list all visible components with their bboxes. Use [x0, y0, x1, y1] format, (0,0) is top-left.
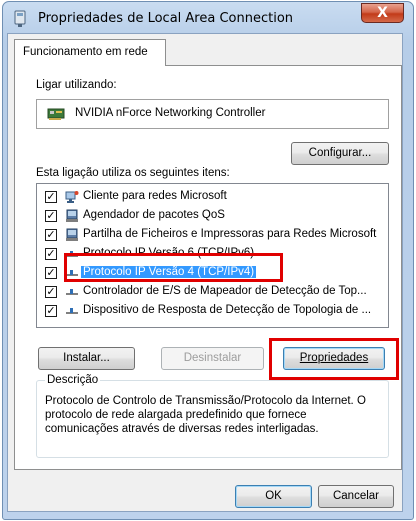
- list-item[interactable]: ✓ Dispositivo de Resposta de Detecção de…: [37, 302, 388, 321]
- checkbox[interactable]: ✓: [45, 267, 57, 279]
- connect-using-label: Ligar utilizando:: [36, 79, 117, 91]
- service-icon: [66, 209, 78, 222]
- checkbox[interactable]: ✓: [45, 229, 57, 241]
- cancel-button-label: Cancelar: [332, 490, 380, 502]
- adapter-box: NVIDIA nForce Networking Controller: [36, 99, 389, 129]
- network-adapter-icon: [14, 10, 26, 27]
- list-item[interactable]: ✓ Agendador de pacotes QoS: [37, 207, 388, 226]
- items-label: Esta ligação utiliza os seguintes itens:: [36, 167, 230, 179]
- network-client-icon: [65, 191, 79, 203]
- adapter-name: NVIDIA nForce Networking Controller: [75, 107, 266, 119]
- properties-button-label: Propriedades: [299, 352, 369, 364]
- list-item-label: Controlador de E/S de Mapeador de Detecç…: [83, 285, 367, 297]
- service-icon: [66, 228, 78, 241]
- properties-button[interactable]: Propriedades: [283, 347, 385, 370]
- items-list[interactable]: ✓ Cliente para redes Microsoft ✓ Agendad…: [36, 183, 389, 328]
- cancel-button[interactable]: Cancelar: [318, 485, 394, 508]
- install-button[interactable]: Instalar...: [38, 347, 135, 370]
- window-title: Propriedades de Local Area Connection: [38, 11, 294, 26]
- protocol-icon: [66, 289, 78, 295]
- ok-button-label: OK: [265, 490, 282, 502]
- configure-button[interactable]: Configurar...: [291, 142, 389, 165]
- checkbox[interactable]: ✓: [45, 248, 57, 260]
- description-text: Protocolo de Controlo de Transmissão/Pro…: [45, 395, 366, 435]
- list-item-label: Partilha de Ficheiros e Impressoras para…: [83, 228, 377, 240]
- list-item[interactable]: ✓ Protocolo IP Versão 6 (TCP/IPv6): [37, 245, 388, 264]
- protocol-icon: [66, 308, 78, 314]
- network-card-icon: [47, 108, 65, 120]
- install-button-label: Instalar...: [63, 352, 110, 364]
- description-group: Descrição Protocolo de Controlo de Trans…: [36, 374, 389, 458]
- checkbox[interactable]: ✓: [45, 286, 57, 298]
- tab-networking[interactable]: Funcionamento em rede: [14, 39, 166, 66]
- list-item[interactable]: ✓ Controlador de E/S de Mapeador de Dete…: [37, 283, 388, 302]
- list-item-label: Agendador de pacotes QoS: [83, 209, 225, 221]
- close-button[interactable]: X: [361, 3, 404, 23]
- uninstall-button-label: Desinstalar: [183, 352, 242, 364]
- list-item-label: Protocolo IP Versão 4 (TCP/IPv4): [81, 266, 257, 278]
- configure-button-label: Configurar...: [308, 147, 372, 159]
- list-item-label: Dispositivo de Resposta de Detecção de T…: [83, 304, 372, 316]
- protocol-icon: [66, 251, 78, 257]
- list-item-label: Protocolo IP Versão 6 (TCP/IPv6): [83, 247, 255, 259]
- ok-button[interactable]: OK: [235, 485, 312, 508]
- list-item[interactable]: ✓ Partilha de Ficheiros e Impressoras pa…: [37, 226, 388, 245]
- checkbox[interactable]: ✓: [45, 210, 57, 222]
- list-item-label: Cliente para redes Microsoft: [83, 190, 227, 202]
- protocol-icon: [66, 270, 78, 276]
- description-legend: Descrição: [47, 374, 99, 386]
- list-item[interactable]: ✓ Cliente para redes Microsoft: [37, 188, 388, 207]
- uninstall-button[interactable]: Desinstalar: [161, 347, 264, 370]
- checkbox[interactable]: ✓: [45, 305, 57, 317]
- list-item-selected[interactable]: ✓ Protocolo IP Versão 4 (TCP/IPv4): [37, 264, 388, 283]
- checkbox[interactable]: ✓: [45, 191, 57, 203]
